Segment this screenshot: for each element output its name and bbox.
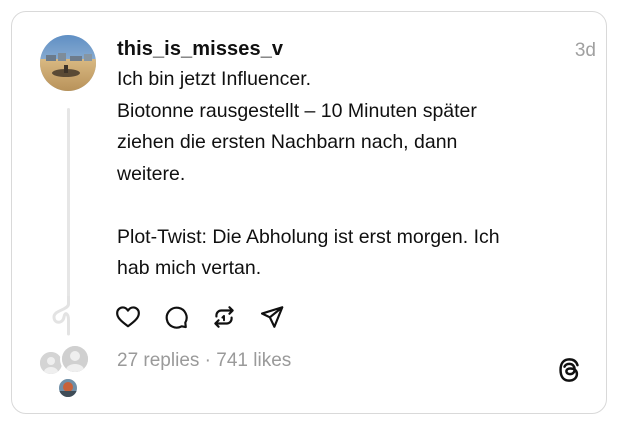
thread-line [67, 108, 70, 298]
like-button[interactable] [114, 303, 142, 331]
avatar-image [40, 35, 96, 91]
heart-icon [116, 306, 140, 328]
username[interactable]: this_is_misses_v [117, 38, 283, 61]
post-text-line: Ich bin jetzt Influencer. [117, 68, 312, 90]
replier-avatar [60, 344, 90, 374]
replier-avatar [57, 377, 79, 399]
replier-avatars[interactable] [38, 344, 100, 400]
send-icon [260, 306, 284, 328]
share-button[interactable] [258, 303, 286, 331]
post-text-line: Biotonne rausgestellt – 10 Minuten späte… [117, 99, 477, 122]
comment-icon [165, 306, 188, 329]
post-text-line: weitere. [117, 162, 186, 185]
post-timestamp: 3d [574, 40, 596, 61]
post-text-line: hab mich vertan. [117, 257, 262, 279]
stats-separator: · [204, 350, 211, 371]
thread-loop-icon [52, 296, 70, 336]
likes-count[interactable]: 741 likes [216, 350, 291, 371]
person-icon [40, 352, 62, 374]
post-stats: 27 replies · 741 likes [117, 350, 291, 372]
repost-icon [214, 306, 234, 328]
reply-button[interactable] [162, 303, 190, 331]
post-body: Ich bin jetzt Influencer. Biotonne rausg… [117, 64, 577, 285]
replies-count[interactable]: 27 replies [117, 350, 199, 371]
post-text-line: Plot-Twist: Die Abholung ist erst morgen… [117, 225, 500, 248]
repost-button[interactable] [210, 303, 238, 331]
avatar[interactable] [40, 35, 96, 91]
action-bar [114, 303, 306, 331]
replier-photo [59, 379, 77, 397]
threads-logo-icon[interactable] [556, 357, 582, 383]
person-icon [62, 346, 88, 372]
post-text-line: ziehen die ersten Nachbarn nach, dann [117, 131, 458, 153]
